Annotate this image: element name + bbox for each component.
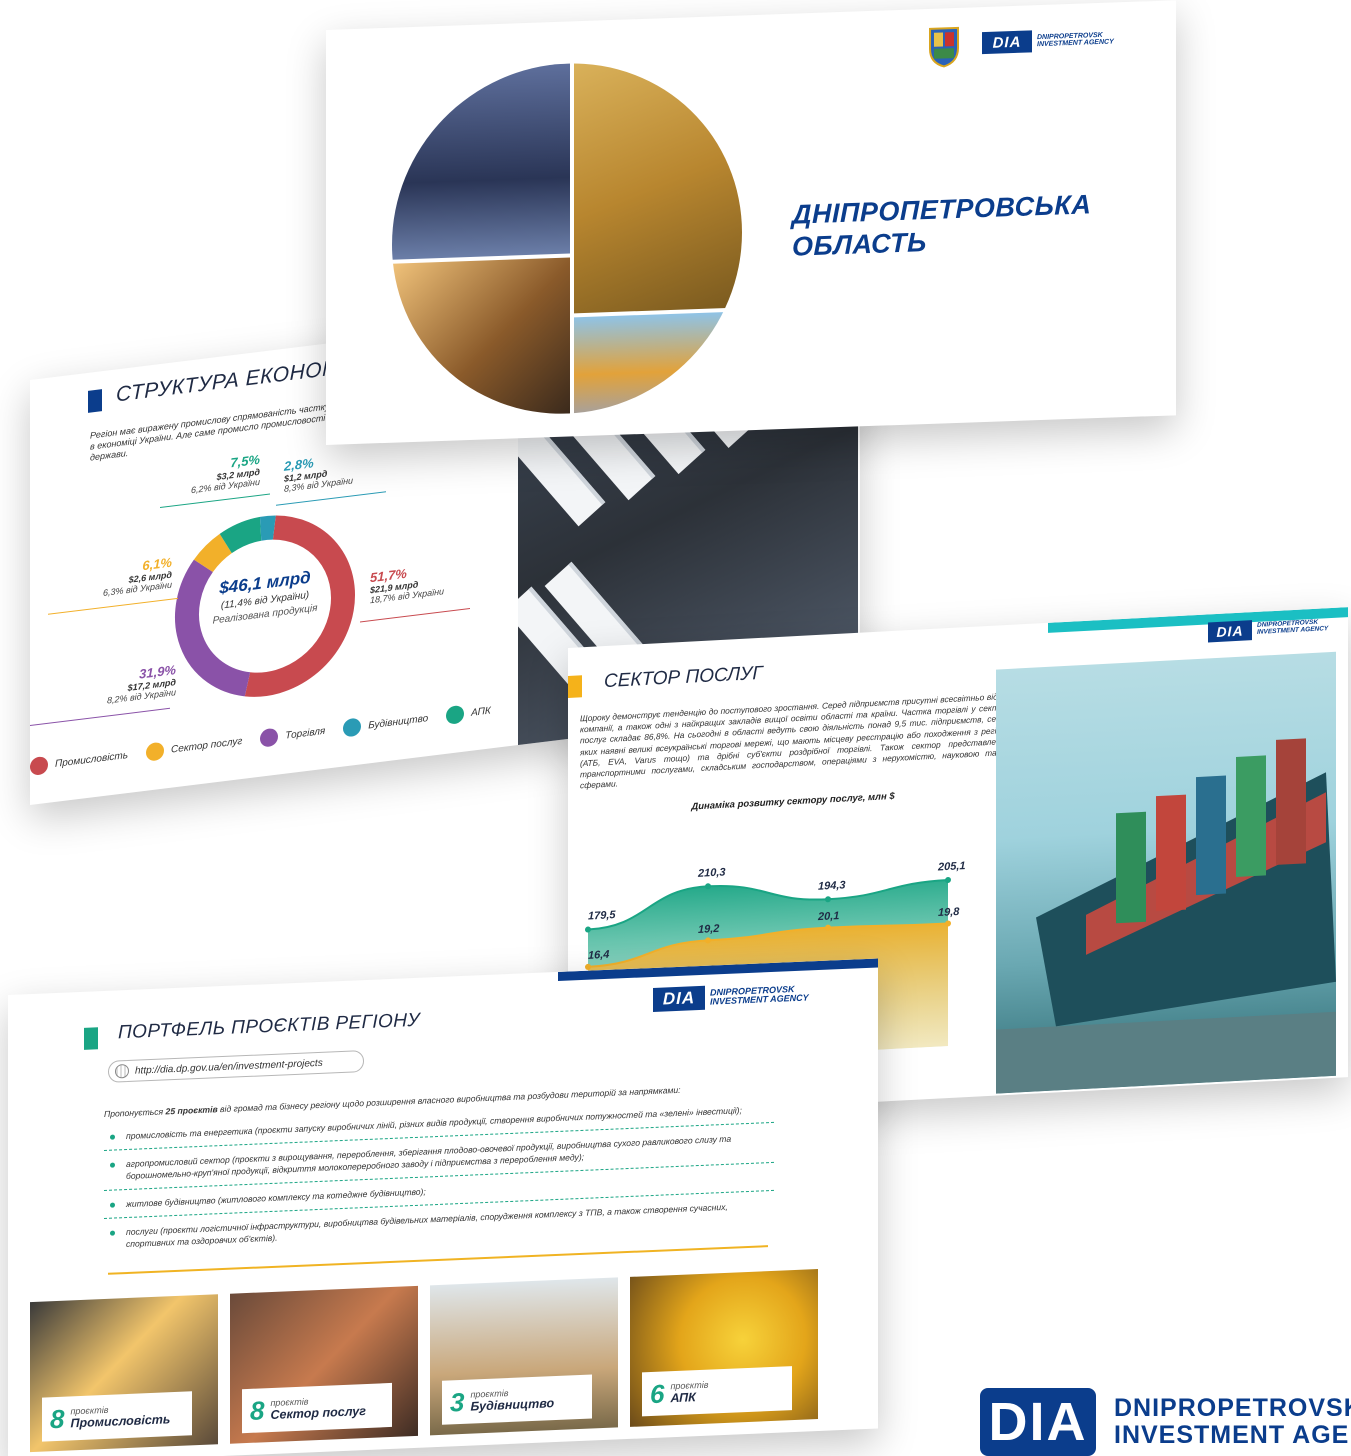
slide-description: Щороку демонструє тенденцію до поступово…: [580, 690, 1010, 791]
donut-chart: $46,1 млрд (11,4% від України) Реалізова…: [170, 499, 360, 712]
tile-construction: 3 проєктів Будівництво: [430, 1277, 618, 1436]
data-label: 210,3: [697, 866, 726, 879]
title-accent-bar: [88, 389, 102, 413]
data-label: 19,2: [698, 923, 719, 936]
tile-agro: 6 проєктів АПК: [630, 1269, 818, 1427]
data-label: 205,1: [937, 860, 966, 873]
segment-label-trade: 31,9% $17,2 млрд 8,2% від України: [106, 662, 176, 706]
slide-cover: DIA DNIPROPETROVSK INVESTMENT AGENCY ДНІП…: [326, 0, 1176, 445]
legend-item-agro: АПК: [446, 701, 491, 725]
tile-services: 8 проєктів Сектор послуг: [230, 1285, 418, 1444]
slide-project-portfolio: DIA DNIPROPETROVSK INVESTMENT AGENCY ПОРТ…: [8, 958, 878, 1456]
legend-item-construction: Будівництво: [343, 709, 428, 738]
donut-segment: [193, 533, 233, 573]
presentation-collage: СТРУКТУРА ЕКОНОМІК Регіон має виражену п…: [0, 0, 1351, 1456]
slide-title: СЕКТОР ПОСЛУГ: [604, 662, 763, 693]
slide-title: СТРУКТУРА ЕКОНОМІК: [116, 353, 360, 407]
segment-label-agro: 7,5% $3,2 млрд 6,2% від України: [190, 451, 260, 496]
dia-corner-logo: DIA DNIPROPETROVSK INVESTMENT AGEN: [980, 1388, 1351, 1456]
segment-label-construction: 2,8% $1,2 млрд 8,3% від України: [284, 455, 354, 494]
dia-logo: DIA DNIPROPETROVSK INVESTMENT AGENCY: [982, 27, 1114, 55]
legend-item-trade: Торгівля: [260, 722, 325, 748]
tile-industry: 8 проєктів Промисловість: [30, 1294, 218, 1453]
projects-url: http://dia.dp.gov.ua/en/investment-proje…: [135, 1057, 323, 1077]
donut-segment: [259, 515, 276, 541]
title-accent-bar: [84, 1027, 98, 1050]
legend-item-services: Сектор послуг: [146, 732, 242, 762]
project-tiles: 8 проєктів Промисловість 8 проєктів Сектор…: [30, 1267, 860, 1456]
slide-title: ПОРТФЕЛЬ ПРОЄКТІВ РЕГІОНУ: [118, 1009, 420, 1044]
cover-logos: DIA DNIPROPETROVSK INVESTMENT AGENCY: [920, 14, 1114, 69]
chart-legend: Промисловість Сектор послуг Торгівля Буд…: [30, 699, 510, 776]
segment-label-services: 6,1% $2,6 млрд 6,3% від України: [102, 554, 172, 599]
cover-title: ДНІПРОПЕТРОВСЬКА ОБЛАСТЬ: [792, 189, 1092, 262]
directions-list: промисловість та енергетика (проєкти зап…: [104, 1102, 774, 1266]
projects-url-link[interactable]: http://dia.dp.gov.ua/en/investment-proje…: [108, 1050, 364, 1083]
donut-segment: [219, 516, 262, 554]
legend-item-industry: Промисловість: [30, 746, 128, 776]
data-label: 20,1: [817, 910, 839, 923]
title-accent-bar: [568, 675, 582, 698]
cover-photo-collage: [392, 57, 742, 420]
data-label: 16,4: [588, 949, 609, 962]
globe-icon: [115, 1063, 129, 1079]
data-label: 194,3: [818, 879, 846, 892]
dia-mark: DIA: [980, 1388, 1096, 1456]
data-point: [945, 876, 951, 883]
cargo-ship-photo: [996, 651, 1336, 1094]
slide-description: Регіон має виражену промислову спрямован…: [90, 401, 330, 463]
data-label: 179,5: [588, 909, 616, 922]
coat-of-arms-icon: [929, 26, 959, 68]
dia-logo: DIA DNIPROPETROVSK INVESTMENT AGENCY: [653, 981, 809, 1012]
dia-wordmark: DNIPROPETROVSK INVESTMENT AGEN: [1114, 1394, 1351, 1449]
segment-label-industry: 51,7% $21,9 млрд 18,7% від України: [370, 565, 445, 606]
data-label: 19,8: [938, 906, 960, 919]
